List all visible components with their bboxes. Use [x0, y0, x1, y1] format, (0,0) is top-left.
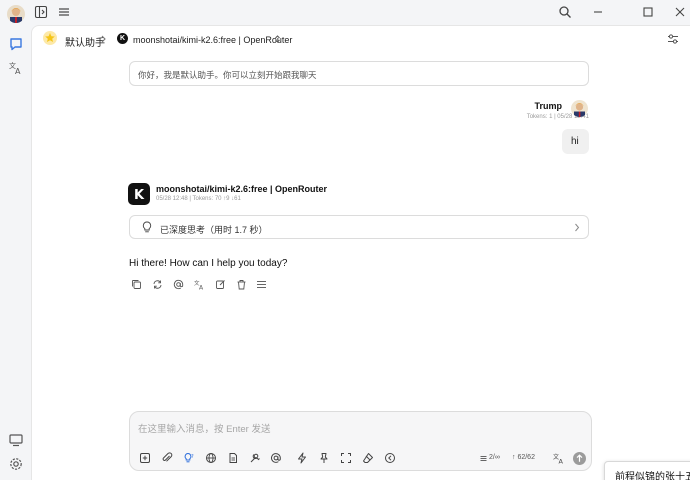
- regenerate-icon[interactable]: [152, 279, 163, 290]
- chat-icon[interactable]: [8, 36, 24, 52]
- greeting-text: 你好，我是默认助手。你可以立刻开始跟我聊天: [138, 70, 317, 80]
- chevron-right-icon: [574, 223, 580, 232]
- svg-text:A: A: [559, 458, 564, 465]
- bot-name: moonshotai/kimi-k2.6:free | OpenRouter: [156, 184, 328, 194]
- svg-text:A: A: [199, 285, 204, 291]
- new-topic-icon[interactable]: [139, 452, 151, 464]
- context-count[interactable]: 2/∞: [489, 454, 500, 461]
- assistant-greeting: 你好，我是默认助手。你可以立刻开始跟我聊天: [129, 61, 589, 86]
- quick-phrase-icon[interactable]: [296, 452, 308, 464]
- delete-icon[interactable]: [236, 279, 247, 290]
- chat-header: 默认助手 K moonshotai/kimi-k2.6:free | OpenR…: [31, 25, 690, 53]
- translate-icon[interactable]: 文A: [8, 60, 24, 76]
- assistant-name[interactable]: 默认助手: [65, 34, 105, 49]
- tools-icon[interactable]: [249, 452, 261, 464]
- expand-icon[interactable]: [340, 452, 352, 464]
- user-message-text: hi: [571, 136, 579, 147]
- attachment-icon[interactable]: [161, 452, 173, 464]
- left-sidebar: 文A: [0, 0, 31, 480]
- translate-icon[interactable]: 文A: [194, 279, 205, 290]
- token-count: ↑ 62/62: [512, 454, 535, 461]
- mention-icon[interactable]: [173, 279, 184, 290]
- model-selector-label[interactable]: moonshotai/kimi-k2.6:free | OpenRouter: [133, 35, 292, 45]
- bot-message-meta: 05/28 12:48 | Tokens: 70 ↑9 ↓61: [156, 196, 241, 202]
- svg-text:A: A: [15, 67, 21, 76]
- sliders-icon[interactable]: [667, 33, 679, 45]
- copy-icon[interactable]: [131, 279, 142, 290]
- search-icon[interactable]: [558, 5, 572, 19]
- minimize-icon[interactable]: [591, 5, 605, 19]
- settings-icon[interactable]: [8, 456, 24, 472]
- toast-text: 前程似锦的张十五: [615, 472, 690, 480]
- sidebar-toggle-icon[interactable]: [34, 5, 48, 19]
- chevron-updown-icon[interactable]: [274, 34, 281, 44]
- clear-icon[interactable]: [362, 452, 374, 464]
- thinking-panel[interactable]: 已深度思考（用时 1.7 秒）: [129, 215, 589, 239]
- context-icon: [480, 455, 487, 462]
- message-input[interactable]: 在这里输入消息，按 Enter 发送: [138, 421, 271, 435]
- app-avatar[interactable]: [7, 5, 25, 23]
- menu-icon[interactable]: [57, 5, 71, 19]
- user-message-bubble: hi: [562, 129, 589, 154]
- model-avatar: K: [128, 183, 150, 205]
- notification-toast: 前程似锦的张十五: [604, 461, 690, 480]
- assistant-avatar-icon[interactable]: [43, 31, 57, 45]
- close-icon[interactable]: [673, 5, 687, 19]
- history-icon[interactable]: [384, 452, 396, 464]
- translate-input-icon[interactable]: 文A: [553, 452, 565, 464]
- user-name: Trump: [534, 101, 562, 111]
- edit-icon[interactable]: [215, 279, 226, 290]
- more-menu-icon[interactable]: [256, 279, 267, 290]
- svg-text:K: K: [134, 188, 145, 203]
- web-search-icon[interactable]: [205, 452, 217, 464]
- title-bar: [31, 0, 690, 25]
- bot-message-text: Hi there! How can I help you today?: [129, 258, 288, 269]
- chevron-right-icon: [100, 35, 107, 43]
- maximize-icon[interactable]: [641, 5, 655, 19]
- pin-icon[interactable]: [318, 452, 330, 464]
- model-logo-icon: K: [117, 33, 128, 44]
- svg-text:?: ?: [191, 454, 194, 460]
- lightbulb-icon: [142, 221, 152, 234]
- send-button[interactable]: [573, 452, 586, 465]
- knowledge-base-icon[interactable]: [227, 452, 239, 464]
- mention-model-icon[interactable]: [270, 452, 282, 464]
- user-avatar[interactable]: [571, 100, 588, 117]
- thinking-status: 已深度思考（用时 1.7 秒）: [160, 225, 268, 235]
- monitor-icon[interactable]: [8, 432, 24, 448]
- message-composer[interactable]: 在这里输入消息，按 Enter 发送 ? 2/∞ ↑ 62/62 文A: [129, 411, 592, 471]
- thinking-mode-icon[interactable]: ?: [183, 452, 195, 464]
